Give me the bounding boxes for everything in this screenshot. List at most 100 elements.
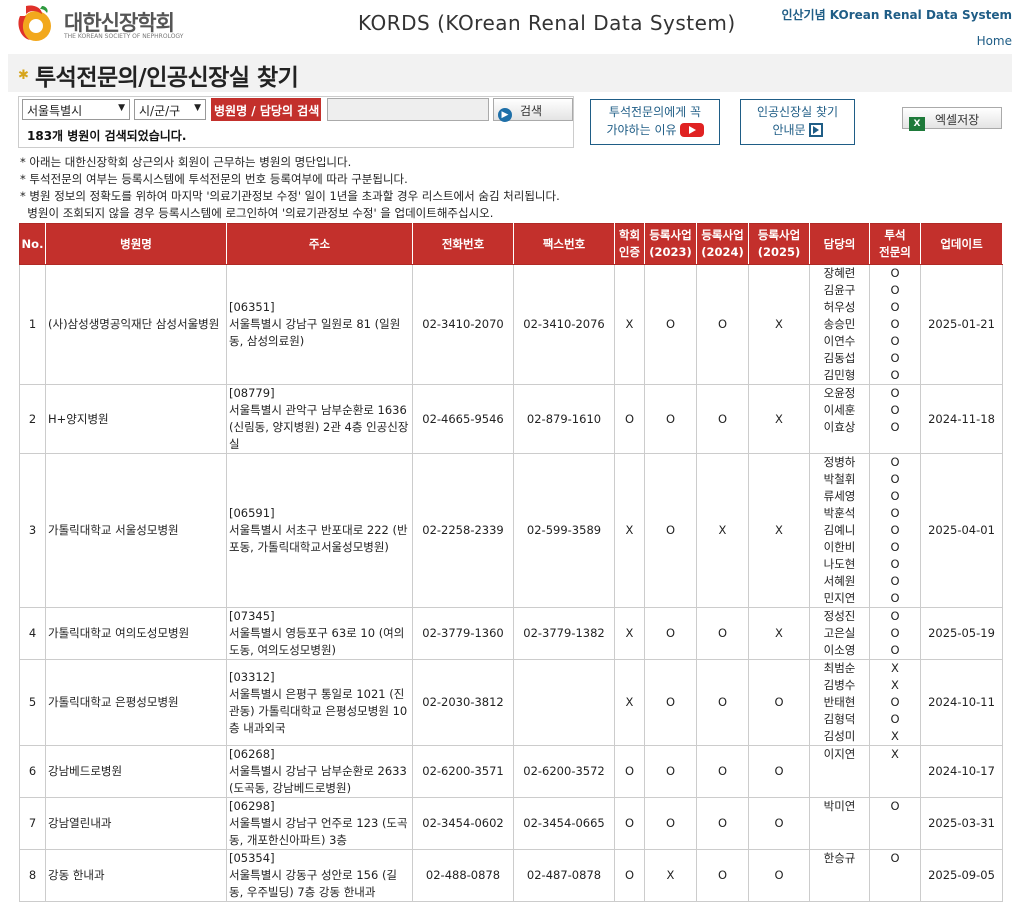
table-row[interactable]: 2 H+양지병원 [08779] 서울특별시 관악구 남부순환로 1636 (신림동…	[19, 384, 1003, 454]
doctor-name: 류세영	[823, 489, 856, 503]
table-row[interactable]: 4 가톨릭대학교 여의도성모병원 [07345] 서울특별시 영등포구 63로 10…	[19, 607, 1003, 660]
cell-registry-2025: X	[748, 384, 810, 454]
cell-doctors: 박미연	[809, 797, 870, 850]
guide-button[interactable]: 인공신장실 찾기 안내문	[740, 99, 855, 145]
search-input[interactable]	[327, 98, 489, 121]
header-registry-2023: 등록사업 (2023)	[644, 223, 697, 265]
notice-list: * 아래는 대한신장학회 상근의사 회원이 근무하는 병원의 명단입니다. * …	[20, 154, 560, 222]
notice-line: * 투석전문의 여부는 등록시스템에 투석전문의 번호 등록여부에 따라 구분됩…	[20, 172, 408, 186]
search-button[interactable]: ▶ 검색	[493, 98, 573, 122]
cell-updated: 2025-05-19	[920, 607, 1003, 660]
chevron-down-icon: ▼	[118, 103, 125, 113]
excel-icon: X	[909, 117, 925, 131]
header-no: No.	[19, 223, 46, 265]
specialist-flag: X	[891, 678, 899, 692]
cell-address: [07345] 서울특별시 영등포구 63로 10 (여의도동, 여의도성모병원…	[226, 607, 413, 660]
specialist-flag: O	[890, 386, 900, 400]
society-logo-mark	[18, 5, 51, 41]
header-registry-2025: 등록사업 (2025)	[748, 223, 810, 265]
cell-registry-2024: O	[696, 264, 749, 385]
cell-hospital-name[interactable]: 가톨릭대학교 여의도성모병원	[45, 607, 227, 660]
doctor-name: 송승민	[823, 317, 856, 331]
region-select[interactable]: 서울특별시 ▼	[22, 99, 130, 120]
doctor-name: 김병수	[823, 678, 856, 692]
doctor-name: 김예니	[823, 523, 856, 537]
cell-address: [06591] 서울특별시 서초구 반포대로 222 (반포동, 가톨릭대학교서…	[226, 453, 413, 608]
cell-registry-2025: O	[748, 849, 810, 902]
home-link[interactable]: Home	[977, 34, 1012, 48]
cell-specialist: OOO	[869, 607, 921, 660]
cell-updated: 2024-10-11	[920, 659, 1003, 746]
cell-certified: O	[614, 849, 645, 902]
cell-doctors: 이지연	[809, 745, 870, 798]
excel-save-button[interactable]: X 엑셀저장	[902, 107, 1002, 131]
cell-no: 7	[19, 797, 46, 850]
specialist-flag: O	[890, 266, 900, 280]
table-row[interactable]: 3 가톨릭대학교 서울성모병원 [06591] 서울특별시 서초구 반포대로 222…	[19, 453, 1003, 608]
cell-doctors: 한승규	[809, 849, 870, 902]
cell-certified: X	[614, 607, 645, 660]
doctor-name: 이소영	[823, 643, 856, 657]
table-row[interactable]: 8 강동 한내과 [05354] 서울특별시 강동구 성안로 156 (길동, 우주…	[19, 849, 1003, 902]
doctor-name: 이지연	[823, 747, 856, 761]
cell-hospital-name[interactable]: 가톨릭대학교 서울성모병원	[45, 453, 227, 608]
cell-registry-2025: X	[748, 453, 810, 608]
cell-address: [03312] 서울특별시 은평구 통일로 1021 (진관동) 가톨릭대학교 …	[226, 659, 413, 746]
header-certified: 학회 인증	[614, 223, 645, 265]
specialist-flag: O	[890, 799, 900, 813]
cell-phone: 02-488-0878	[412, 849, 514, 902]
cell-registry-2025: X	[748, 607, 810, 660]
why-specialist-line2: 가야하는 이유	[606, 123, 677, 137]
result-count: 183개 병원이 검색되었습니다.	[27, 129, 187, 143]
cell-hospital-name[interactable]: (사)삼성생명공익재단 삼성서울병원	[45, 264, 227, 385]
doctor-name: 김동섭	[823, 351, 856, 365]
district-select[interactable]: 시/군/구 ▼	[134, 99, 206, 120]
cell-registry-2024: O	[696, 745, 749, 798]
cell-registry-2024: O	[696, 849, 749, 902]
cell-hospital-name[interactable]: H+양지병원	[45, 384, 227, 454]
logo-subtext: THE KOREAN SOCIETY OF NEPHROLOGY	[64, 33, 184, 40]
society-logo[interactable]: 대한신장학회 THE KOREAN SOCIETY OF NEPHROLOGY	[12, 2, 184, 44]
guide-line2: 안내문	[772, 123, 806, 137]
cell-registry-2023: O	[644, 607, 697, 660]
app-title: KORDS (KOrean Renal Data System)	[358, 11, 736, 35]
cell-registry-2025: O	[748, 745, 810, 798]
table-row[interactable]: 6 강남베드로병원 [06268] 서울특별시 강남구 남부순환로 2633 (도곡…	[19, 745, 1003, 798]
specialist-flag: O	[890, 540, 900, 554]
specialist-flag: O	[890, 368, 900, 382]
specialist-flag: O	[890, 609, 900, 623]
top-right-brand[interactable]: 인산기념 KOrean Renal Data System	[781, 6, 1012, 23]
why-specialist-button[interactable]: 투석전문의에게 꼭 가야하는 이유	[590, 99, 720, 145]
specialist-flag: O	[890, 351, 900, 365]
header-doctor: 담당의	[809, 223, 870, 265]
cell-phone: 02-3410-2070	[412, 264, 514, 385]
doctor-name: 박미연	[823, 799, 856, 813]
why-specialist-line1: 투석전문의에게 꼭	[608, 105, 702, 119]
table-header-row: No. 병원명 주소 전화번호 팩스번호 학회 인증 등록사업 (2023) 등록사업 (20…	[19, 223, 1003, 265]
table-row[interactable]: 5 가톨릭대학교 은평성모병원 [03312] 서울특별시 은평구 통일로 1021…	[19, 659, 1003, 746]
specialist-flag: X	[891, 729, 899, 743]
cell-hospital-name[interactable]: 강동 한내과	[45, 849, 227, 902]
table-body: 1 (사)삼성생명공익재단 삼성서울병원 [06351] 서울특별시 강남구 일원로…	[19, 264, 1003, 902]
doctor-name: 이세훈	[823, 403, 856, 417]
doctor-name: 김민형	[823, 368, 856, 382]
cell-certified: O	[614, 797, 645, 850]
cell-hospital-name[interactable]: 가톨릭대학교 은평성모병원	[45, 659, 227, 746]
cell-hospital-name[interactable]: 강남베드로병원	[45, 745, 227, 798]
page-title: 투석전문의/인공신장실 찾기	[35, 65, 299, 91]
doctor-name: 고은실	[823, 626, 856, 640]
table-row[interactable]: 1 (사)삼성생명공익재단 삼성서울병원 [06351] 서울특별시 강남구 일원로…	[19, 264, 1003, 385]
doctor-name: 서혜원	[823, 574, 856, 588]
specialist-flag: O	[890, 472, 900, 486]
header-phone: 전화번호	[412, 223, 514, 265]
go-arrow-icon	[808, 123, 823, 137]
table-row[interactable]: 7 강남열린내과 [06298] 서울특별시 강남구 언주로 123 (도곡동, 개…	[19, 797, 1003, 850]
chevron-down-icon: ▼	[194, 103, 201, 113]
cell-fax: 02-879-1610	[513, 384, 615, 454]
notice-line: * 아래는 대한신장학회 상근의사 회원이 근무하는 병원의 명단입니다.	[20, 155, 352, 169]
specialist-flag: O	[890, 506, 900, 520]
cell-certified: O	[614, 745, 645, 798]
cell-hospital-name[interactable]: 강남열린내과	[45, 797, 227, 850]
cell-specialist: XXOOX	[869, 659, 921, 746]
cell-registry-2023: O	[644, 745, 697, 798]
